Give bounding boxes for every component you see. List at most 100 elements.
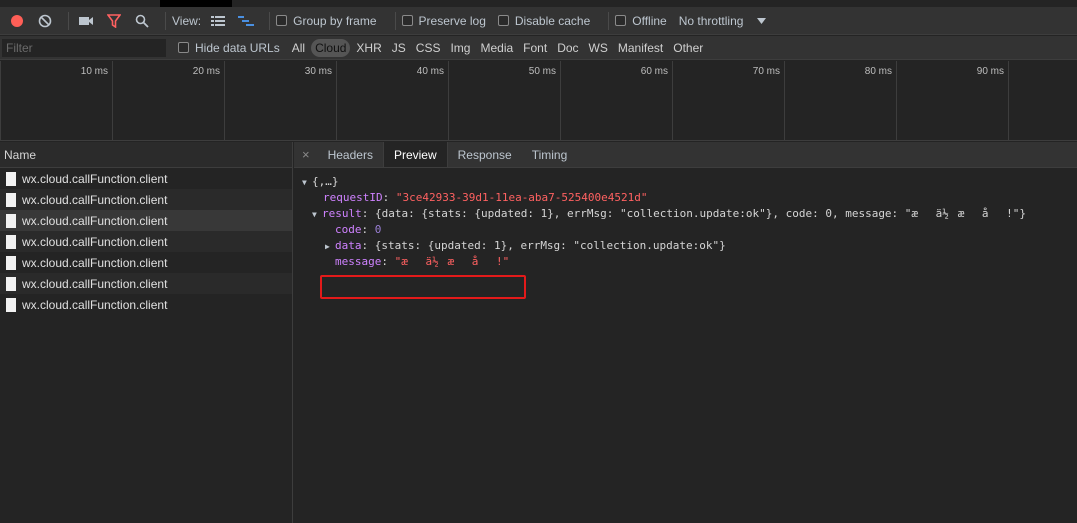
timeline-tick: 70 ms xyxy=(672,61,784,141)
timeline-tick-label: 70 ms xyxy=(752,66,780,77)
video-camera-icon[interactable] xyxy=(75,10,97,32)
throttling-select[interactable]: No throttling xyxy=(679,14,744,28)
request-row[interactable]: wx.cloud.callFunction.client xyxy=(0,189,292,210)
json-colon: : xyxy=(361,223,375,236)
tab-preview[interactable]: Preview xyxy=(382,142,448,167)
timeline-overview[interactable]: 10 ms 20 ms 30 ms 40 ms 50 ms 60 ms 70 m… xyxy=(0,61,1077,141)
request-name: wx.cloud.callFunction.client xyxy=(22,276,168,291)
checkbox-box[interactable] xyxy=(178,42,189,53)
offline-label: Offline xyxy=(632,13,667,28)
filter-type-all[interactable]: All xyxy=(288,39,309,57)
expand-triangle-icon[interactable]: ▼ xyxy=(302,175,312,191)
network-toolbar: View: Group by frame Preserve log Disabl… xyxy=(0,7,1077,35)
filter-input[interactable] xyxy=(2,38,166,57)
tab-headers[interactable]: Headers xyxy=(318,142,383,167)
highlight-box xyxy=(320,275,526,299)
checkbox-box[interactable] xyxy=(497,15,509,26)
request-row-selected[interactable]: wx.cloud.callFunction.client xyxy=(0,210,292,231)
group-by-frame-label: Group by frame xyxy=(293,13,377,28)
filter-type-media[interactable]: Media xyxy=(476,39,517,57)
request-name: wx.cloud.callFunction.client xyxy=(22,192,168,207)
tab-timing[interactable]: Timing xyxy=(522,142,578,167)
json-colon: : xyxy=(361,239,375,252)
request-name: wx.cloud.callFunction.client xyxy=(22,255,168,270)
timeline-tick: 60 ms xyxy=(560,61,672,141)
request-row[interactable]: wx.cloud.callFunction.client xyxy=(0,252,292,273)
clear-icon[interactable] xyxy=(34,10,56,32)
checkbox-box[interactable] xyxy=(615,15,627,26)
request-name: wx.cloud.callFunction.client xyxy=(22,297,168,312)
filter-type-js[interactable]: JS xyxy=(388,39,410,57)
json-key: result xyxy=(322,207,362,220)
request-details: × Headers Preview Response Timing ▼ {,…} … xyxy=(294,142,1077,523)
disable-cache-label: Disable cache xyxy=(514,13,591,28)
close-icon[interactable]: × xyxy=(294,142,318,167)
json-data[interactable]: ▶ data: {stats: {updated: 1}, errMsg: "co… xyxy=(294,238,1077,254)
timeline-tick: 20 ms xyxy=(112,61,224,141)
group-by-frame-checkbox[interactable]: Group by frame xyxy=(276,13,377,28)
json-request-id: requestID: "3ce42933-39d1-11ea-aba7-5254… xyxy=(294,190,1077,206)
request-list: Name wx.cloud.callFunction.client wx.clo… xyxy=(0,142,293,523)
timeline-tick-label: 20 ms xyxy=(192,66,220,77)
checkbox-box[interactable] xyxy=(401,15,413,26)
offline-checkbox[interactable]: Offline xyxy=(615,13,667,28)
request-row[interactable]: wx.cloud.callFunction.client xyxy=(0,231,292,252)
checkbox-box[interactable] xyxy=(276,15,288,26)
timeline-tick-label: 30 ms xyxy=(304,66,332,77)
request-row[interactable]: wx.cloud.callFunction.client xyxy=(0,294,292,315)
timeline-tick xyxy=(1008,61,1077,141)
timeline-tick: 40 ms xyxy=(336,61,448,141)
preserve-log-checkbox[interactable]: Preserve log xyxy=(401,14,486,28)
list-view-icon[interactable] xyxy=(207,10,229,32)
document-icon xyxy=(6,255,16,270)
record-icon[interactable] xyxy=(6,10,28,32)
name-column-header[interactable]: Name xyxy=(0,142,292,168)
filter-type-other[interactable]: Other xyxy=(669,39,707,57)
chevron-down-icon[interactable] xyxy=(757,14,767,28)
request-row[interactable]: wx.cloud.callFunction.client xyxy=(0,273,292,294)
request-name: wx.cloud.callFunction.client xyxy=(22,213,168,228)
filter-type-css[interactable]: CSS xyxy=(412,39,445,57)
request-name: wx.cloud.callFunction.client xyxy=(22,234,168,249)
json-object-summary: {data: {stats: {updated: 1}, errMsg: "co… xyxy=(375,207,1027,220)
json-root[interactable]: ▼ {,…} xyxy=(294,174,1077,190)
json-object-summary: {stats: {updated: 1}, errMsg: "collectio… xyxy=(374,239,726,252)
waterfall-view-icon[interactable] xyxy=(235,10,257,32)
collapse-triangle-icon[interactable]: ▶ xyxy=(325,239,335,255)
json-key: requestID xyxy=(323,191,383,204)
json-code: code: 0 xyxy=(294,222,1077,238)
toolbar-divider xyxy=(394,11,396,30)
json-string-value: "3ce42933-39d1-11ea-aba7-525400e4521d" xyxy=(395,191,648,204)
hide-data-urls-checkbox[interactable]: Hide data URLs xyxy=(178,41,280,55)
filter-type-img[interactable]: Img xyxy=(446,39,474,57)
disable-cache-checkbox[interactable]: Disable cache xyxy=(497,13,591,28)
json-key: code xyxy=(335,223,362,236)
expand-triangle-icon[interactable]: ▼ xyxy=(312,207,322,223)
timeline-tick: 30 ms xyxy=(224,61,336,141)
filter-type-xhr[interactable]: XHR xyxy=(352,39,385,57)
filter-type-cloud[interactable]: Cloud xyxy=(311,38,351,57)
top-strip xyxy=(0,0,1077,7)
json-key: data xyxy=(335,239,362,252)
json-message: message: "æä½æå!" xyxy=(294,254,1077,270)
search-icon[interactable] xyxy=(131,10,153,32)
json-result[interactable]: ▼ result: {data: {stats: {updated: 1}, er… xyxy=(294,206,1077,222)
timeline-tick-label: 80 ms xyxy=(864,66,892,77)
details-tabs: × Headers Preview Response Timing xyxy=(294,142,1077,168)
timeline-tick: 10 ms xyxy=(0,61,112,141)
timeline-tick: 90 ms xyxy=(896,61,1008,141)
filter-type-ws[interactable]: WS xyxy=(585,39,612,57)
json-number-value: 0 xyxy=(374,223,382,236)
filter-type-manifest[interactable]: Manifest xyxy=(614,39,667,57)
filter-type-font[interactable]: Font xyxy=(519,39,551,57)
json-colon: : xyxy=(361,207,375,220)
filter-type-doc[interactable]: Doc xyxy=(553,39,582,57)
timeline-tick: 80 ms xyxy=(784,61,896,141)
document-icon xyxy=(6,276,16,291)
request-row[interactable]: wx.cloud.callFunction.client xyxy=(0,168,292,189)
document-icon xyxy=(6,213,16,228)
filter-icon[interactable] xyxy=(103,10,125,32)
request-name: wx.cloud.callFunction.client xyxy=(22,171,168,186)
json-preview: ▼ {,…} requestID: "3ce42933-39d1-11ea-aba… xyxy=(294,168,1077,299)
tab-response[interactable]: Response xyxy=(448,142,522,167)
